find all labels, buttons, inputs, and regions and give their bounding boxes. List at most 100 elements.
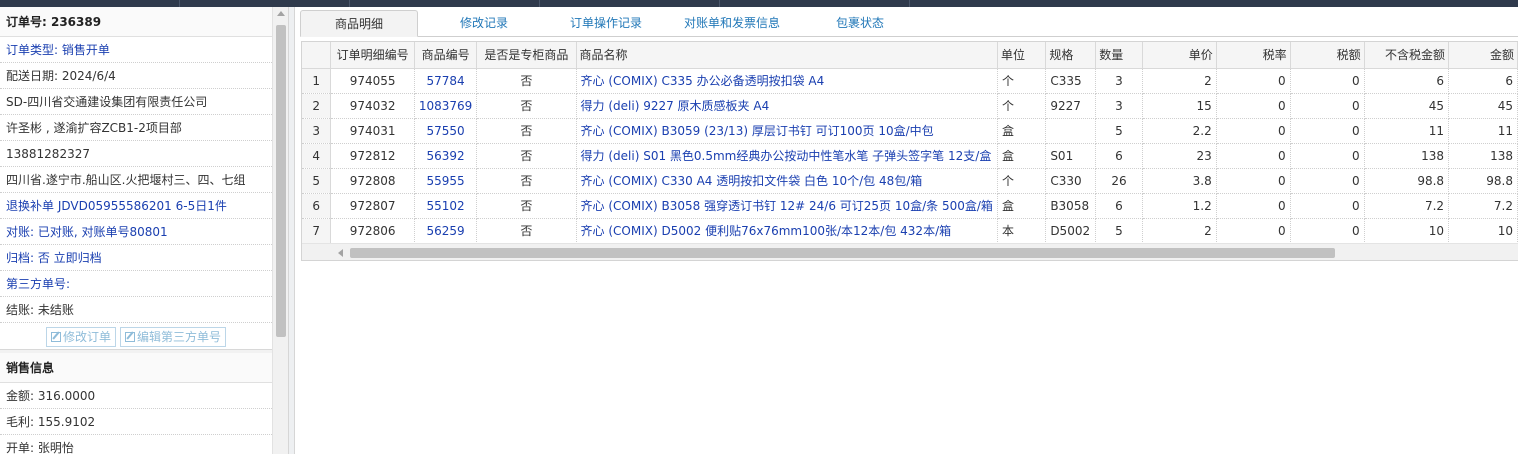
- column-header: [302, 42, 332, 69]
- scroll-up-icon[interactable]: [277, 11, 285, 16]
- column-header[interactable]: 数量: [1095, 42, 1143, 69]
- spec: C335: [1045, 68, 1097, 94]
- tax-rate: 0: [1216, 218, 1291, 244]
- detail-id: 974032: [330, 93, 415, 119]
- quantity: 6: [1095, 193, 1143, 219]
- tax-amount: 0: [1290, 68, 1365, 94]
- product-name-link[interactable]: 齐心 (COMIX) B3059 (23/13) 厚层订书钉 可订100页 10…: [576, 118, 998, 144]
- column-header[interactable]: 单价: [1142, 42, 1217, 69]
- column-header[interactable]: 单位: [997, 42, 1047, 69]
- edit-icon: [125, 331, 135, 342]
- product-name-link[interactable]: 齐心 (COMIX) D5002 便利贴76x76mm100张/本12本/包 4…: [576, 218, 998, 244]
- tax-amount: 0: [1290, 193, 1365, 219]
- unit-price: 2: [1142, 68, 1217, 94]
- table-row[interactable]: 2 974032 1083769 否得力 (deli) 9227 原木质感板夹 A4 个…: [302, 93, 1518, 119]
- product-name-link[interactable]: 齐心 (COMIX) C330 A4 透明按扣文件袋 白色 10个/包 48包/…: [576, 168, 998, 194]
- tax-amount: 0: [1290, 93, 1365, 119]
- panel-splitter[interactable]: [289, 7, 295, 454]
- amount-excl-tax: 45: [1364, 93, 1450, 119]
- left-panel-scrollbar[interactable]: [272, 7, 288, 454]
- product-detail-grid: 订单明细编号 商品编号 是否是专柜商品 商品名称 单位 规格 数量 单价 税率 …: [301, 41, 1518, 261]
- sales-issuer: 开单: 张明怡: [0, 435, 272, 454]
- scroll-left-icon[interactable]: [338, 249, 343, 257]
- tax-rate: 0: [1216, 143, 1291, 169]
- row-number: 2: [302, 93, 332, 119]
- product-code-link[interactable]: 56392: [414, 143, 478, 169]
- edit-third-party-button[interactable]: 编辑第三方单号: [120, 326, 227, 347]
- delivery-date: 配送日期: 2024/6/4: [0, 63, 272, 89]
- product-code-link[interactable]: 55102: [414, 193, 478, 219]
- unit-price: 2: [1142, 218, 1217, 244]
- quantity: 5: [1095, 218, 1143, 244]
- amount: 138: [1448, 143, 1518, 169]
- detail-id: 974055: [330, 68, 415, 94]
- column-header[interactable]: 是否是专柜商品: [476, 42, 577, 69]
- scroll-thumb[interactable]: [276, 25, 286, 337]
- counter-flag: 否: [476, 168, 577, 194]
- sales-amount: 金额: 316.0000: [0, 383, 272, 409]
- column-header[interactable]: 商品名称: [576, 42, 998, 69]
- reconcile-status[interactable]: 对账: 已对账, 对账单号80801: [0, 219, 272, 245]
- settle-status: 结账: 未结账: [0, 297, 272, 323]
- product-code-link[interactable]: 57550: [414, 118, 478, 144]
- column-header[interactable]: 税额: [1290, 42, 1365, 69]
- tab-package-status[interactable]: 包裹状态: [810, 10, 910, 37]
- spec: C330: [1045, 168, 1097, 194]
- column-header[interactable]: 税率: [1216, 42, 1291, 69]
- counter-flag: 否: [476, 118, 577, 144]
- column-header[interactable]: 订单明细编号: [330, 42, 415, 69]
- amount-excl-tax: 98.8: [1364, 168, 1450, 194]
- quantity: 3: [1095, 93, 1143, 119]
- grid-horizontal-scrollbar[interactable]: [302, 243, 1518, 260]
- tab-operation-log[interactable]: 订单操作记录: [550, 10, 662, 37]
- tax-amount: 0: [1290, 218, 1365, 244]
- quantity: 26: [1095, 168, 1143, 194]
- top-bar-divider: [349, 0, 350, 7]
- tax-rate: 0: [1216, 68, 1291, 94]
- detail-tabs: 商品明细 修改记录 订单操作记录 对账单和发票信息 包裹状态: [300, 7, 1518, 37]
- column-header[interactable]: 规格: [1045, 42, 1097, 69]
- third-party-number: 第三方单号:: [0, 271, 272, 297]
- tax-amount: 0: [1290, 168, 1365, 194]
- scroll-thumb[interactable]: [350, 248, 1335, 258]
- tab-product-details[interactable]: 商品明细: [300, 10, 418, 37]
- product-table: 订单明细编号 商品编号 是否是专柜商品 商品名称 单位 规格 数量 单价 税率 …: [302, 42, 1518, 244]
- column-header[interactable]: 商品编号: [414, 42, 478, 69]
- table-row[interactable]: 6 972807 55102 否齐心 (COMIX) B3058 强穿透订书钉 12#…: [302, 193, 1518, 219]
- amount-excl-tax: 11: [1364, 118, 1450, 144]
- unit-price: 1.2: [1142, 193, 1217, 219]
- unit: 盒: [997, 143, 1047, 169]
- product-code-link[interactable]: 57784: [414, 68, 478, 94]
- detail-id: 972807: [330, 193, 415, 219]
- unit: 盒: [997, 193, 1047, 219]
- table-row[interactable]: 3 974031 57550 否齐心 (COMIX) B3059 (23/13) 厚层…: [302, 118, 1518, 144]
- order-type[interactable]: 订单类型: 销售开单: [0, 37, 272, 63]
- exchange-order-link[interactable]: 退换补单 JDVD05955586201 6-5日1件: [0, 193, 272, 219]
- customer-phone: 13881282327: [0, 141, 272, 167]
- counter-flag: 否: [476, 143, 577, 169]
- tab-edit-history[interactable]: 修改记录: [428, 10, 540, 37]
- table-row[interactable]: 1 974055 57784 否齐心 (COMIX) C335 办公必备透明按扣袋 A…: [302, 68, 1518, 94]
- product-code-link[interactable]: 55955: [414, 168, 478, 194]
- row-number: 3: [302, 118, 332, 144]
- tax-rate: 0: [1216, 118, 1291, 144]
- product-name-link[interactable]: 得力 (deli) 9227 原木质感板夹 A4: [576, 93, 998, 119]
- archive-status[interactable]: 归档: 否 立即归档: [0, 245, 272, 271]
- product-code-link[interactable]: 1083769: [414, 93, 478, 119]
- table-row[interactable]: 5 972808 55955 否齐心 (COMIX) C330 A4 透明按扣文件袋 …: [302, 168, 1518, 194]
- product-code-link[interactable]: 56259: [414, 218, 478, 244]
- product-name-link[interactable]: 得力 (deli) S01 黑色0.5mm经典办公按动中性笔水笔 子弹头签字笔 …: [576, 143, 998, 169]
- order-number: 订单号: 236389: [0, 7, 272, 37]
- product-name-link[interactable]: 齐心 (COMIX) B3058 强穿透订书钉 12# 24/6 可订25页 1…: [576, 193, 998, 219]
- detail-id: 972812: [330, 143, 415, 169]
- unit-price: 2.2: [1142, 118, 1217, 144]
- tab-invoice-info[interactable]: 对账单和发票信息: [672, 10, 792, 37]
- column-header[interactable]: 不含税金额: [1364, 42, 1450, 69]
- table-row[interactable]: 4 972812 56392 否得力 (deli) S01 黑色0.5mm经典办公按动…: [302, 143, 1518, 169]
- product-name-link[interactable]: 齐心 (COMIX) C335 办公必备透明按扣袋 A4: [576, 68, 998, 94]
- table-row[interactable]: 7 972806 56259 否齐心 (COMIX) D5002 便利贴76x76mm…: [302, 218, 1518, 244]
- column-header[interactable]: 金额: [1448, 42, 1518, 69]
- tax-rate: 0: [1216, 193, 1291, 219]
- table-header-row: 订单明细编号 商品编号 是否是专柜商品 商品名称 单位 规格 数量 单价 税率 …: [302, 42, 1518, 69]
- edit-order-button[interactable]: 修改订单: [45, 326, 116, 347]
